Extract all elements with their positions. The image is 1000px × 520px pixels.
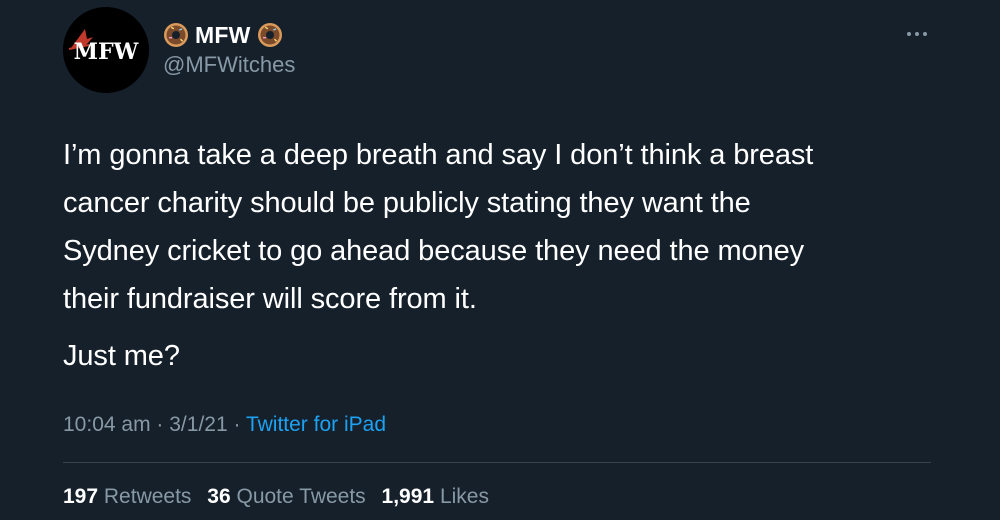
donut-icon — [164, 23, 188, 47]
divider — [63, 462, 931, 463]
tweet-text-line: I’m gonna take a deep breath and say I d… — [63, 139, 814, 171]
tweet-stats: 197 Retweets 36 Quote Tweets 1,991 Likes — [63, 485, 489, 509]
more-horizontal-icon[interactable] — [905, 22, 929, 42]
tweet-text: I’m gonna take a deep breath and say I d… — [63, 131, 963, 380]
author-name-row[interactable]: MFW — [163, 20, 283, 50]
tweet-text-line: cancer charity should be publicly statin… — [63, 187, 751, 219]
tweet-date[interactable]: 3/1/21 — [169, 413, 227, 436]
tweet-text-line: their fundraiser will score from it. — [63, 283, 477, 315]
tweet-time[interactable]: 10:04 am — [63, 413, 151, 436]
tweet-text-line: Just me? — [63, 340, 180, 372]
mfw-logo-icon: MFW — [63, 7, 149, 93]
likes-stat[interactable]: 1,991 Likes — [382, 485, 489, 508]
tweet-paragraph: I’m gonna take a deep breath and say I d… — [63, 131, 963, 323]
tweet-paragraph: Just me? — [63, 332, 963, 380]
likes-label: Likes — [439, 485, 489, 508]
meta-separator: · — [156, 413, 164, 436]
quote-tweets-label: Quote Tweets — [236, 485, 366, 508]
retweets-stat[interactable]: 197 Retweets — [63, 485, 191, 508]
tweet-text-line: Sydney cricket to go ahead because they … — [63, 235, 805, 267]
avatar[interactable]: MFW — [63, 7, 149, 93]
quote-tweets-count: 36 — [207, 485, 231, 508]
quote-tweets-stat[interactable]: 36 Quote Tweets — [207, 485, 365, 508]
author-display-name[interactable]: MFW — [195, 22, 251, 49]
tweet-meta: 10:04 am · 3/1/21 · Twitter for iPad — [63, 413, 386, 437]
meta-separator: · — [233, 413, 241, 436]
tweet: MFW MFW @MFWitches I’m gonna take a deep… — [0, 0, 1000, 520]
retweets-label: Retweets — [103, 485, 192, 508]
donut-icon — [257, 23, 282, 47]
avatar-logo-text: MFW — [74, 39, 139, 65]
retweets-count: 197 — [63, 485, 99, 508]
author-handle[interactable]: @MFWitches — [163, 52, 295, 78]
likes-count: 1,991 — [381, 485, 435, 508]
tweet-source-link[interactable]: Twitter for iPad — [246, 413, 386, 436]
